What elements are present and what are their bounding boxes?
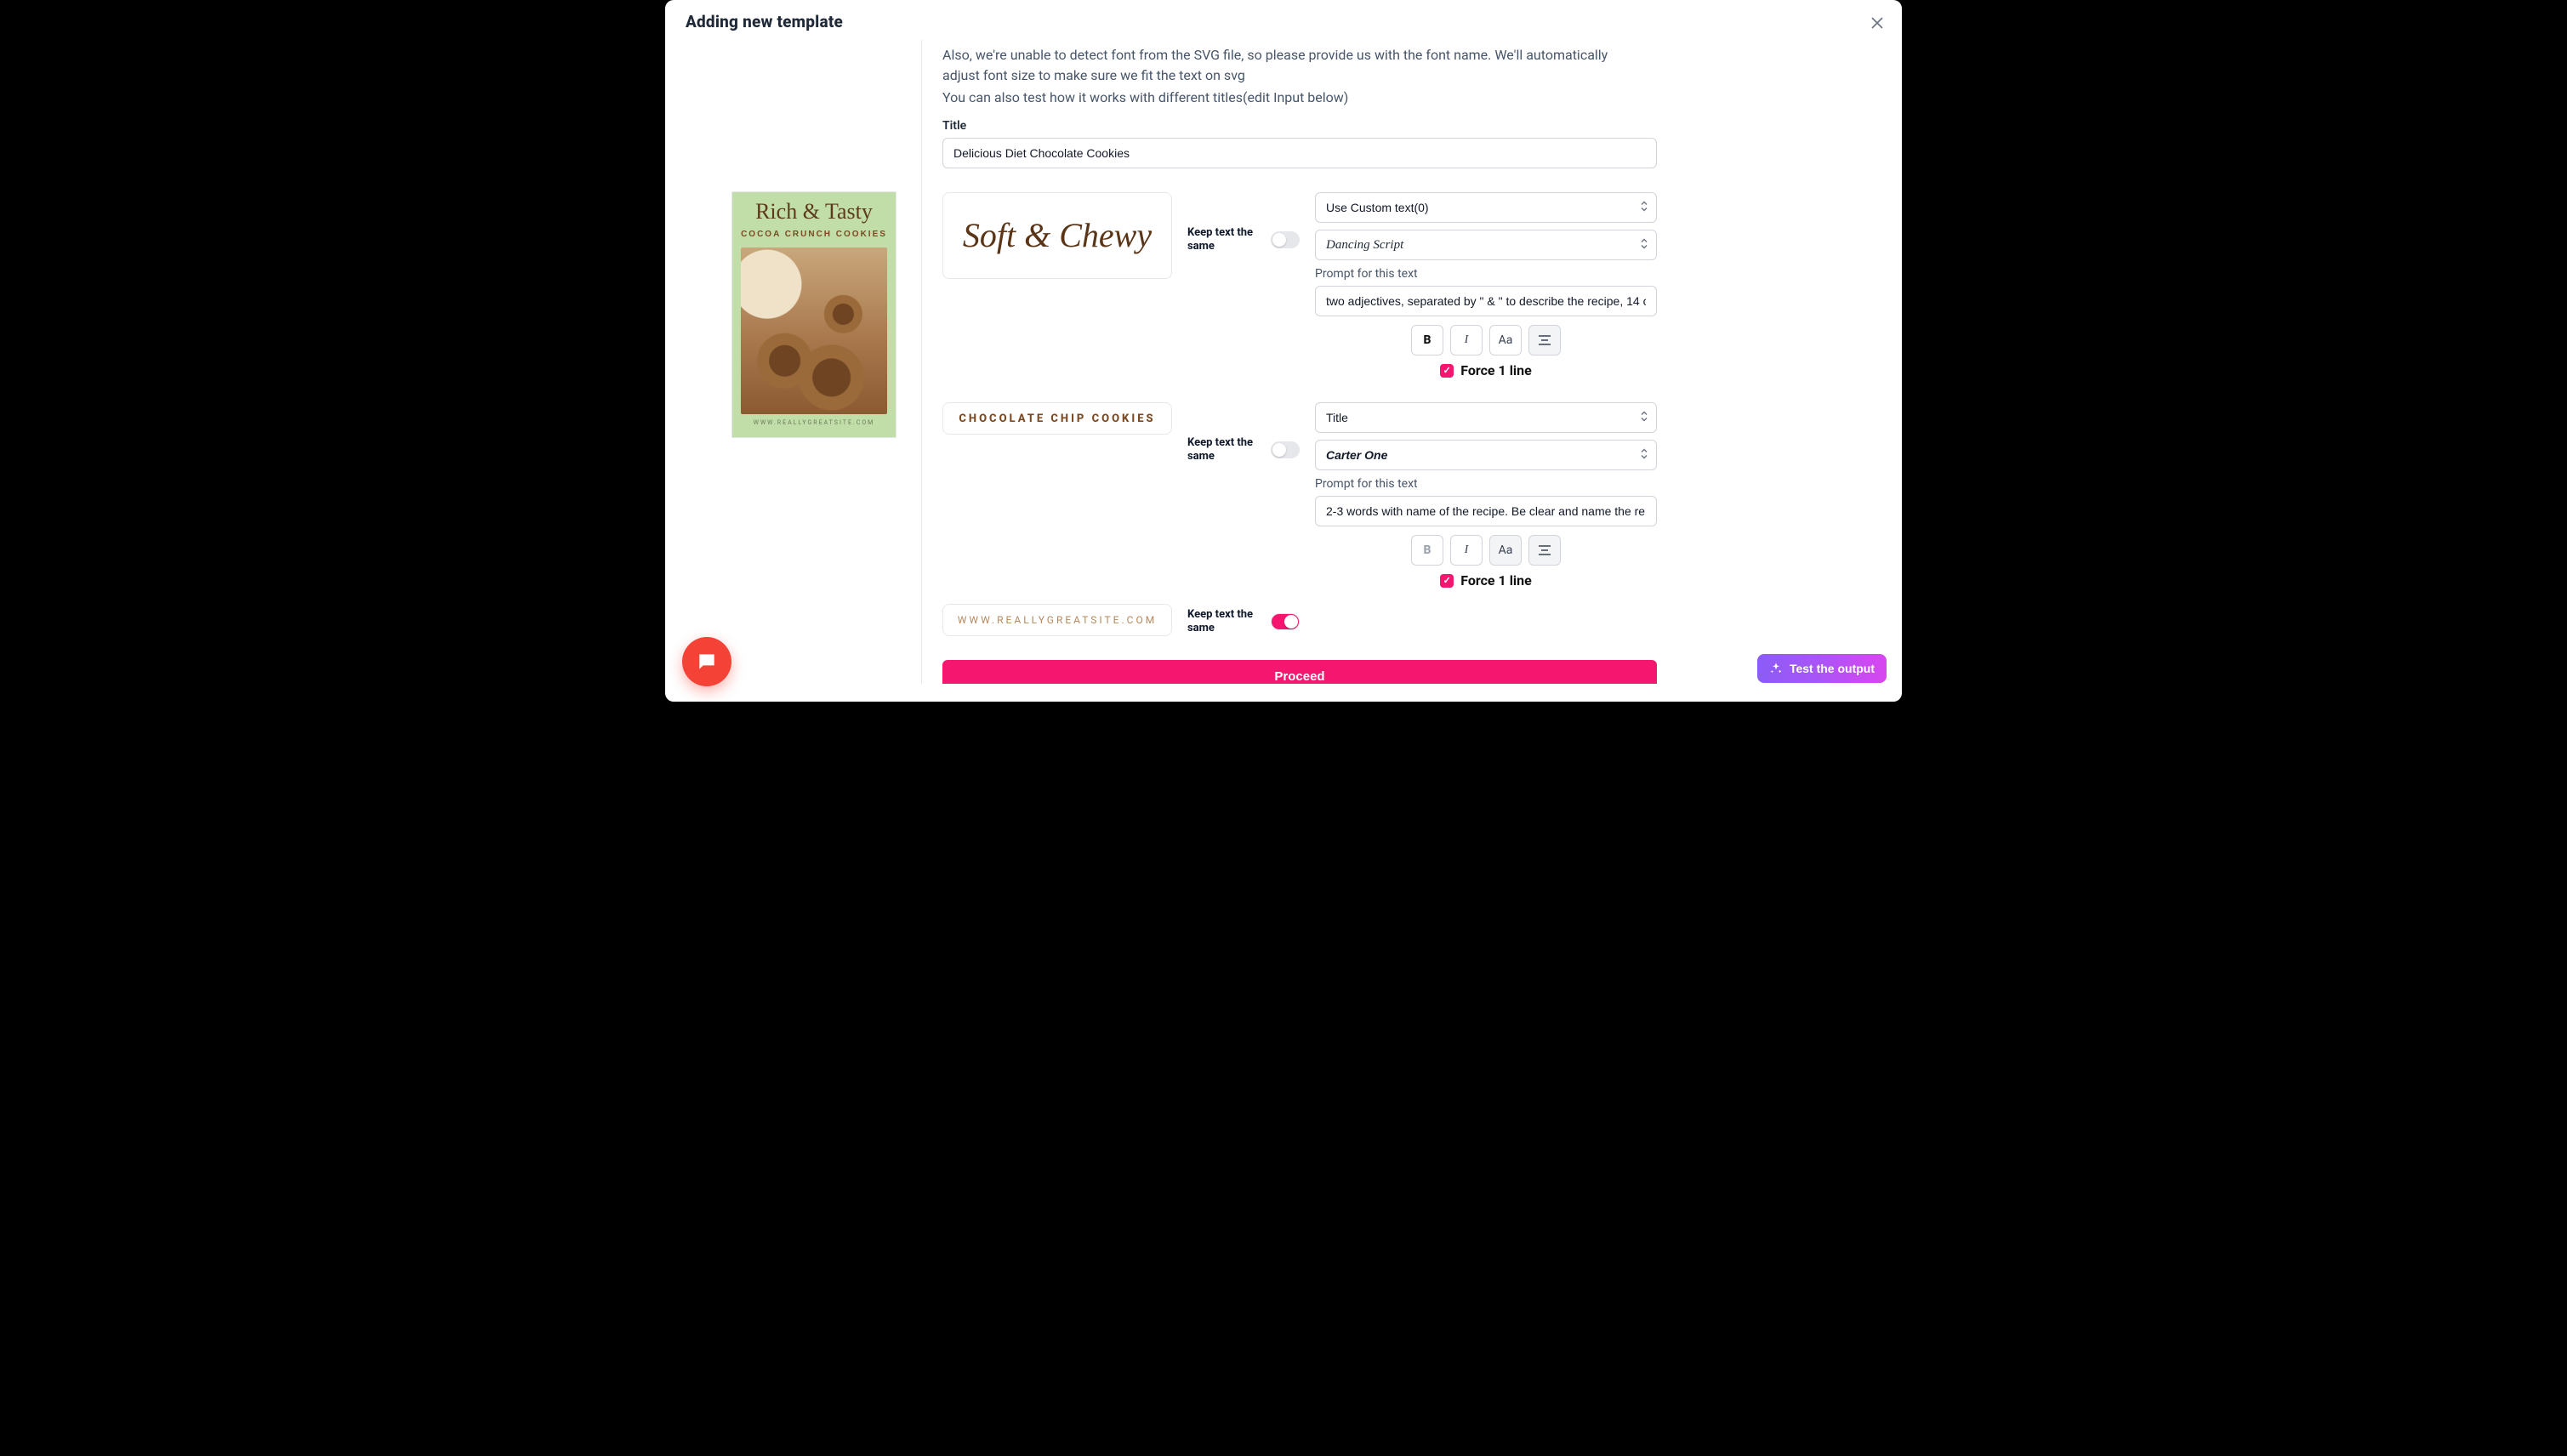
preview-url: WWW.REALLYGREATSITE.COM — [732, 414, 896, 431]
controls-1: Prompt for this text B I Aa ✓ F — [1315, 402, 1657, 589]
test-output-label: Test the output — [1790, 662, 1875, 675]
template-preview: Rich & Tasty COCOA CRUNCH COOKIES WWW.RE… — [731, 191, 896, 438]
preview-subtitle: COCOA CRUNCH COOKIES — [732, 230, 896, 239]
keep-text-group-2: Keep text the same — [1187, 608, 1300, 634]
italic-button[interactable]: I — [1450, 325, 1483, 355]
keep-text-label: Keep text the same — [1187, 608, 1264, 634]
case-button[interactable]: Aa — [1489, 325, 1522, 355]
controls-0: Prompt for this text B I Aa ✓ F — [1315, 192, 1657, 378]
align-center-icon — [1538, 335, 1551, 345]
sample-preview-2: WWW.REALLYGREATSITE.COM — [942, 604, 1172, 636]
close-button[interactable] — [1868, 14, 1887, 32]
align-button[interactable] — [1528, 535, 1561, 566]
keep-text-toggle-0[interactable] — [1271, 231, 1300, 248]
modal-title: Adding new template — [686, 12, 1881, 31]
keep-text-toggle-2[interactable] — [1271, 613, 1300, 630]
italic-button[interactable]: I — [1450, 535, 1483, 566]
sample-preview-0: Soft & Chewy — [942, 192, 1172, 279]
text-block-2: WWW.REALLYGREATSITE.COM Keep text the sa… — [942, 604, 1657, 636]
prompt-input-1[interactable] — [1315, 496, 1657, 526]
source-select-1[interactable] — [1315, 402, 1657, 433]
right-panel: Also, we're unable to detect font from t… — [942, 40, 1902, 684]
text-block-0: Soft & Chewy Keep text the same — [942, 192, 1657, 378]
chevron-updown-icon — [1640, 237, 1648, 253]
chat-icon — [696, 651, 718, 673]
chevron-updown-icon — [1640, 200, 1648, 216]
keep-text-label: Keep text the same — [1187, 226, 1264, 253]
preview-image — [741, 247, 887, 414]
bold-button[interactable]: B — [1411, 535, 1443, 566]
source-select-0[interactable] — [1315, 192, 1657, 223]
chevron-updown-icon — [1640, 447, 1648, 464]
align-center-icon — [1538, 545, 1551, 555]
title-input[interactable] — [942, 138, 1657, 168]
force-line-row-1: ✓ Force 1 line — [1315, 572, 1657, 589]
proceed-button[interactable]: Proceed — [942, 660, 1657, 684]
modal-window: Adding new template Rich & Tasty COCOA C… — [665, 0, 1902, 702]
modal-header: Adding new template — [665, 0, 1902, 40]
align-button[interactable] — [1528, 325, 1561, 355]
preview-headline: Rich & Tasty — [732, 199, 896, 225]
left-panel: Rich & Tasty COCOA CRUNCH COOKIES WWW.RE… — [686, 40, 922, 684]
prompt-label-1: Prompt for this text — [1315, 477, 1657, 491]
chevron-updown-icon — [1640, 410, 1648, 426]
keep-text-group-0: Keep text the same — [1187, 226, 1300, 253]
keep-text-group-1: Keep text the same — [1187, 436, 1300, 463]
title-label: Title — [942, 119, 1657, 133]
close-icon — [1871, 17, 1883, 29]
force-line-label: Force 1 line — [1460, 362, 1532, 378]
prompt-label-0: Prompt for this text — [1315, 267, 1657, 281]
font-select-0[interactable] — [1315, 230, 1657, 260]
font-select-1[interactable] — [1315, 440, 1657, 470]
text-block-1: CHOCOLATE CHIP COOKIES Keep text the sam… — [942, 402, 1657, 589]
intro-paragraph-1: Also, we're unable to detect font from t… — [942, 45, 1640, 86]
keep-text-toggle-1[interactable] — [1271, 441, 1300, 458]
force-line-checkbox-1[interactable]: ✓ — [1440, 574, 1454, 588]
test-output-button[interactable]: Test the output — [1757, 654, 1887, 683]
sample-preview-1: CHOCOLATE CHIP COOKIES — [942, 402, 1172, 435]
format-toolbar-1: B I Aa — [1315, 535, 1657, 566]
case-button[interactable]: Aa — [1489, 535, 1522, 566]
chat-fab[interactable] — [682, 637, 731, 686]
format-toolbar-0: B I Aa — [1315, 325, 1657, 355]
force-line-checkbox-0[interactable]: ✓ — [1440, 364, 1454, 378]
sparkle-icon — [1769, 662, 1783, 675]
bold-button[interactable]: B — [1411, 325, 1443, 355]
intro-paragraph-2: You can also test how it works with diff… — [942, 89, 1657, 105]
keep-text-label: Keep text the same — [1187, 436, 1264, 463]
force-line-row-0: ✓ Force 1 line — [1315, 362, 1657, 378]
force-line-label: Force 1 line — [1460, 572, 1532, 589]
prompt-input-0[interactable] — [1315, 286, 1657, 316]
